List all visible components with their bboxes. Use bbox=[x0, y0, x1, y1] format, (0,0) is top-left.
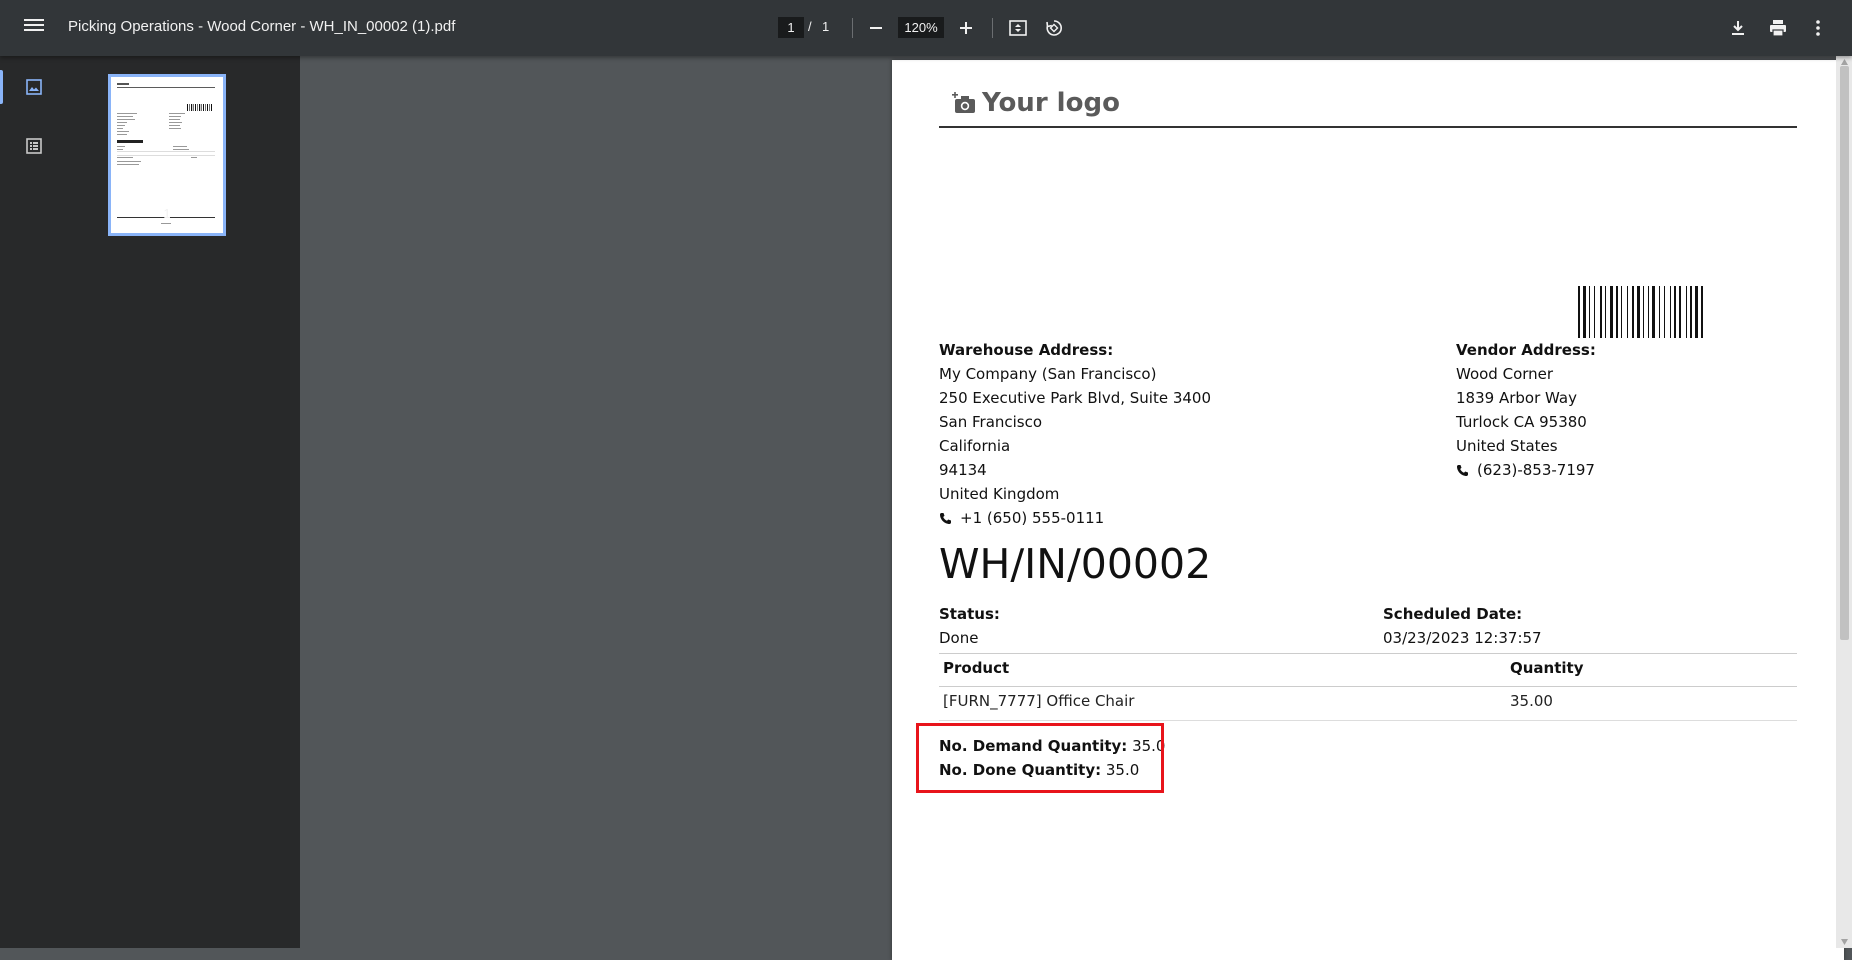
barcode-bar bbox=[1659, 286, 1660, 338]
barcode-bar bbox=[1695, 286, 1698, 338]
plus-icon bbox=[959, 21, 973, 35]
print-icon bbox=[1768, 18, 1788, 38]
active-indicator bbox=[0, 70, 3, 104]
barcode-bar bbox=[1578, 286, 1580, 338]
table-header-quantity: Quantity bbox=[1510, 659, 1584, 677]
table-cell-quantity: 35.00 bbox=[1510, 692, 1553, 710]
barcode-bar bbox=[1605, 286, 1606, 338]
barcode-bar bbox=[1686, 286, 1687, 338]
pdf-page: Your logo Warehouse Address: My Company … bbox=[892, 60, 1844, 960]
phone-icon bbox=[939, 512, 952, 525]
barcode-bar bbox=[1648, 286, 1649, 338]
thumbnail-sidebar: 1 bbox=[0, 56, 300, 948]
warehouse-line: 250 Executive Park Blvd, Suite 3400 bbox=[939, 386, 1211, 410]
download-button[interactable] bbox=[1724, 14, 1752, 42]
barcode-bar bbox=[1632, 286, 1634, 338]
header-rule bbox=[939, 126, 1797, 128]
barcode-bar bbox=[1610, 286, 1613, 338]
warehouse-phone-number: +1 (650) 555-0111 bbox=[960, 506, 1104, 530]
list-icon bbox=[25, 137, 43, 155]
outline-view-button[interactable] bbox=[20, 132, 48, 160]
vendor-line: Turlock CA 95380 bbox=[1456, 410, 1596, 434]
picking-reference: WH/IN/00002 bbox=[939, 540, 1211, 588]
barcode-bar bbox=[1600, 286, 1602, 338]
zoom-in-button[interactable] bbox=[952, 14, 980, 42]
barcode-bar bbox=[1589, 286, 1590, 338]
barcode-bar bbox=[1664, 286, 1665, 338]
toolbar-divider bbox=[992, 18, 993, 38]
warehouse-phone: +1 (650) 555-0111 bbox=[939, 506, 1211, 530]
vendor-address-label: Vendor Address: bbox=[1456, 338, 1596, 362]
fit-page-icon bbox=[1008, 18, 1028, 38]
status-value: Done bbox=[939, 626, 1000, 650]
scroll-down-arrow-icon[interactable] bbox=[1840, 938, 1849, 946]
table-top-border bbox=[939, 653, 1797, 654]
barcode-bar bbox=[1616, 286, 1618, 338]
print-button[interactable] bbox=[1764, 14, 1792, 42]
total-pages: 1 bbox=[822, 19, 829, 34]
download-icon bbox=[1729, 19, 1747, 37]
table-bottom-border bbox=[939, 720, 1797, 721]
barcode-bar bbox=[1621, 286, 1622, 338]
vendor-address: Vendor Address: Wood Corner 1839 Arbor W… bbox=[1456, 338, 1596, 482]
camera-icon bbox=[952, 92, 976, 114]
more-options-button[interactable] bbox=[1804, 14, 1832, 42]
scheduled-date-label: Scheduled Date: bbox=[1383, 602, 1542, 626]
more-vert-icon bbox=[1815, 19, 1821, 37]
vendor-line: Wood Corner bbox=[1456, 362, 1596, 386]
table-cell-product: [FURN_7777] Office Chair bbox=[943, 692, 1134, 710]
barcode-bar bbox=[1670, 286, 1671, 338]
status-label: Status: bbox=[939, 602, 1000, 626]
barcode-bar bbox=[1583, 286, 1586, 338]
warehouse-line: San Francisco bbox=[939, 410, 1211, 434]
warehouse-address-label: Warehouse Address: bbox=[939, 338, 1211, 362]
pdf-viewer[interactable]: Your logo Warehouse Address: My Company … bbox=[300, 56, 1852, 948]
document-title: Picking Operations - Wood Corner - WH_IN… bbox=[68, 18, 455, 35]
barcode-bar bbox=[1690, 286, 1692, 338]
scroll-up-arrow-icon[interactable] bbox=[1840, 58, 1849, 66]
rotate-icon bbox=[1044, 18, 1064, 38]
barcode-bar bbox=[1701, 286, 1703, 338]
toolbar-divider bbox=[852, 18, 853, 38]
warehouse-address: Warehouse Address: My Company (San Franc… bbox=[939, 338, 1211, 530]
warehouse-line: My Company (San Francisco) bbox=[939, 362, 1211, 386]
status-block: Status: Done bbox=[939, 602, 1000, 650]
thumbnails-view-button[interactable] bbox=[20, 73, 48, 101]
page-separator: / bbox=[808, 19, 812, 34]
image-icon bbox=[25, 78, 43, 96]
barcode bbox=[1578, 286, 1784, 338]
menu-icon[interactable] bbox=[24, 16, 44, 36]
barcode-bar bbox=[1594, 286, 1595, 338]
phone-icon bbox=[1456, 464, 1469, 477]
barcode-bar bbox=[1679, 286, 1681, 338]
table-header-border bbox=[939, 686, 1797, 687]
scrollbar-thumb[interactable] bbox=[1840, 66, 1849, 640]
vendor-line: United States bbox=[1456, 434, 1596, 458]
barcode-bar bbox=[1674, 286, 1676, 338]
vendor-line: 1839 Arbor Way bbox=[1456, 386, 1596, 410]
barcode-bar bbox=[1627, 286, 1628, 338]
table-header-product: Product bbox=[943, 659, 1009, 677]
warehouse-line: 94134 bbox=[939, 458, 1211, 482]
scheduled-date-value: 03/23/2023 12:37:57 bbox=[1383, 626, 1542, 650]
scheduled-date-block: Scheduled Date: 03/23/2023 12:37:57 bbox=[1383, 602, 1542, 650]
warehouse-line: California bbox=[939, 434, 1211, 458]
barcode-bar bbox=[1637, 286, 1640, 338]
zoom-out-button[interactable] bbox=[862, 14, 890, 42]
fit-to-page-button[interactable] bbox=[1004, 14, 1032, 42]
current-page-input[interactable]: 1 bbox=[778, 17, 804, 38]
warehouse-line: United Kingdom bbox=[939, 482, 1211, 506]
barcode-bar bbox=[1643, 286, 1644, 338]
minus-icon bbox=[869, 21, 883, 35]
vendor-phone: (623)-853-7197 bbox=[1456, 458, 1596, 482]
pdf-toolbar: Picking Operations - Wood Corner - WH_IN… bbox=[0, 0, 1852, 56]
company-logo: Your logo bbox=[952, 88, 1120, 118]
rotate-button[interactable] bbox=[1040, 14, 1068, 42]
zoom-level-input[interactable]: 120% bbox=[898, 17, 944, 38]
logo-text: Your logo bbox=[982, 88, 1120, 118]
thumbnail-page-number: 1 bbox=[160, 206, 174, 221]
highlight-box bbox=[916, 723, 1164, 793]
barcode-bar bbox=[1652, 286, 1655, 338]
vendor-phone-number: (623)-853-7197 bbox=[1477, 458, 1595, 482]
